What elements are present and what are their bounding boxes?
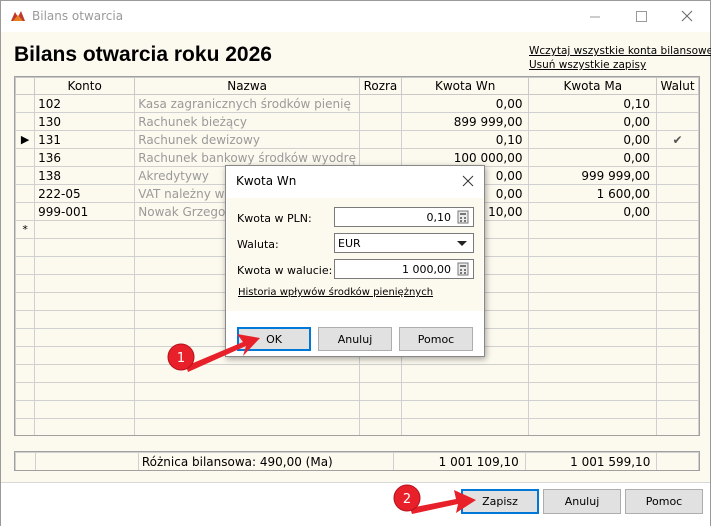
cell-kwota-wn[interactable]: 899 999,00 bbox=[400, 112, 530, 131]
cancel-button[interactable]: Anuluj bbox=[543, 489, 621, 514]
dialog-help-button[interactable]: Pomoc bbox=[399, 327, 473, 351]
cell-konto[interactable]: 130 bbox=[34, 112, 136, 131]
cell-kwota-ma[interactable]: 0,00 bbox=[528, 130, 658, 149]
maximize-button[interactable] bbox=[618, 1, 664, 32]
cell-kwota-ma[interactable]: 999 999,00 bbox=[528, 166, 658, 185]
app-logo-icon bbox=[11, 11, 25, 21]
cell-kwota-ma[interactable]: 0,10 bbox=[528, 94, 658, 113]
summary-row: Różnica bilansowa: 490,00 (Ma) 1 001 109… bbox=[14, 451, 700, 471]
row-indicator bbox=[15, 148, 36, 167]
column-header-rozra[interactable]: Rozra bbox=[358, 77, 402, 95]
total-wn: 1 001 109,10 bbox=[393, 452, 526, 470]
cell-konto[interactable]: 131 bbox=[34, 130, 136, 149]
currency-select[interactable]: EUR bbox=[334, 233, 474, 253]
cell-rozra[interactable] bbox=[358, 94, 402, 113]
empty-row bbox=[15, 418, 699, 435]
row-indicator bbox=[15, 202, 36, 221]
cell-rozra[interactable] bbox=[358, 130, 402, 149]
save-button[interactable]: Zapisz bbox=[461, 489, 539, 514]
cell-walut[interactable] bbox=[656, 148, 699, 167]
currency-label: Waluta: bbox=[237, 238, 279, 251]
kwota-wn-dialog: Kwota Wn Kwota w PLN: 0,10 Waluta: EUR K… bbox=[225, 165, 485, 357]
balance-difference-label: Różnica bilansowa: 490,00 (Ma) bbox=[137, 452, 395, 470]
row-indicator bbox=[15, 94, 36, 113]
calculator-icon[interactable] bbox=[455, 261, 471, 277]
cell-kwota-wn[interactable]: 100 000,00 bbox=[400, 148, 530, 167]
minimize-button[interactable] bbox=[572, 1, 618, 32]
cell-kwota-ma[interactable]: 1 600,00 bbox=[528, 184, 658, 203]
row-indicator-header bbox=[15, 77, 36, 95]
pln-amount-input[interactable]: 0,10 bbox=[334, 207, 474, 227]
cell-kwota-wn[interactable]: 0,10 bbox=[400, 130, 530, 149]
cell-konto[interactable]: 138 bbox=[34, 166, 136, 185]
cell-konto[interactable]: 136 bbox=[34, 148, 136, 167]
minimize-icon bbox=[590, 16, 600, 18]
foreign-amount-label: Kwota w walucie: bbox=[237, 264, 333, 277]
cell-rozra[interactable] bbox=[358, 112, 402, 131]
empty-row bbox=[15, 364, 699, 383]
calculator-icon[interactable] bbox=[455, 209, 471, 225]
delete-all-entries-link[interactable]: Usuń wszystkie zapisy bbox=[529, 59, 646, 71]
dialog-body: Kwota w PLN: 0,10 Waluta: EUR Kwota w wa… bbox=[227, 198, 483, 311]
dialog-ok-button[interactable]: OK bbox=[237, 327, 311, 351]
row-indicator bbox=[15, 112, 36, 131]
page-title: Bilans otwarcia roku 2026 bbox=[14, 43, 272, 66]
close-icon bbox=[462, 175, 474, 187]
close-button[interactable] bbox=[664, 1, 710, 32]
empty-row bbox=[15, 382, 699, 401]
title-bar: Bilans otwarcia bbox=[1, 1, 710, 32]
load-all-accounts-link[interactable]: Wczytaj wszystkie konta bilansowe bbox=[529, 45, 711, 57]
pln-amount-value: 0,10 bbox=[426, 210, 452, 224]
cell-walut[interactable] bbox=[656, 184, 699, 203]
empty-row bbox=[15, 400, 699, 419]
cell-rozra[interactable] bbox=[358, 148, 402, 167]
column-header-konto[interactable]: Konto bbox=[34, 77, 136, 95]
cell-nazwa[interactable]: Rachunek dewizowy bbox=[134, 130, 360, 149]
cell-kwota-ma[interactable]: 0,00 bbox=[528, 112, 658, 131]
window-title: Bilans otwarcia bbox=[32, 9, 124, 23]
cell-nazwa[interactable]: Rachunek bieżący bbox=[134, 112, 360, 131]
help-button[interactable]: Pomoc bbox=[625, 489, 703, 514]
dialog-close-button[interactable] bbox=[458, 171, 478, 191]
current-row-indicator-icon: ▶ bbox=[15, 130, 36, 149]
table-header-row: Konto Nazwa Rozra Kwota Wn Kwota Ma Walu… bbox=[15, 77, 699, 95]
maximize-icon bbox=[636, 11, 647, 22]
row-indicator bbox=[15, 166, 36, 185]
cell-kwota-ma[interactable]: 0,00 bbox=[528, 202, 658, 221]
cell-nazwa[interactable]: Kasa zagranicznych środków pienię bbox=[134, 94, 360, 113]
table-row[interactable]: 130 Rachunek bieżący 899 999,00 0,00 bbox=[15, 112, 699, 131]
pln-amount-label: Kwota w PLN: bbox=[237, 212, 312, 225]
table-row[interactable]: 102 Kasa zagranicznych środków pienię 0,… bbox=[15, 94, 699, 113]
currency-checkmark-icon[interactable]: ✔ bbox=[656, 130, 699, 149]
new-row-asterisk-icon: * bbox=[15, 220, 36, 239]
dialog-title: Kwota Wn bbox=[236, 174, 297, 188]
cell-walut[interactable] bbox=[656, 94, 699, 113]
cell-walut[interactable] bbox=[656, 112, 699, 131]
total-ma: 1 001 599,10 bbox=[524, 452, 658, 470]
cell-konto[interactable]: 102 bbox=[34, 94, 136, 113]
chevron-down-icon bbox=[457, 241, 467, 246]
summary-table: Różnica bilansowa: 490,00 (Ma) 1 001 109… bbox=[15, 452, 699, 470]
cell-kwota-wn[interactable]: 0,00 bbox=[400, 94, 530, 113]
dialog-cancel-button[interactable]: Anuluj bbox=[318, 327, 392, 351]
currency-value: EUR bbox=[338, 236, 361, 250]
cash-flow-history-link[interactable]: Historia wpływów środków pieniężnych bbox=[238, 287, 433, 298]
row-indicator bbox=[15, 184, 36, 203]
cell-nazwa[interactable]: Rachunek bankowy środków wyodrę bbox=[134, 148, 360, 167]
cell-konto[interactable]: 222-05 bbox=[34, 184, 136, 203]
foreign-amount-input[interactable]: 1 000,00 bbox=[334, 259, 474, 279]
column-header-kwota-ma[interactable]: Kwota Ma bbox=[528, 77, 658, 95]
column-header-walut[interactable]: Walut bbox=[656, 77, 699, 95]
cell-kwota-ma[interactable]: 0,00 bbox=[528, 148, 658, 167]
column-header-kwota-wn[interactable]: Kwota Wn bbox=[400, 77, 530, 95]
table-row[interactable]: 136 Rachunek bankowy środków wyodrę 100 … bbox=[15, 148, 699, 167]
cell-konto[interactable]: 999-001 bbox=[34, 202, 136, 221]
table-row-current[interactable]: ▶ 131 Rachunek dewizowy 0,10 0,00 ✔ bbox=[15, 130, 699, 149]
cell-walut[interactable] bbox=[656, 202, 699, 221]
close-icon bbox=[681, 10, 693, 22]
cell-walut[interactable] bbox=[656, 166, 699, 185]
column-header-nazwa[interactable]: Nazwa bbox=[134, 77, 360, 95]
foreign-amount-value: 1 000,00 bbox=[402, 262, 451, 276]
